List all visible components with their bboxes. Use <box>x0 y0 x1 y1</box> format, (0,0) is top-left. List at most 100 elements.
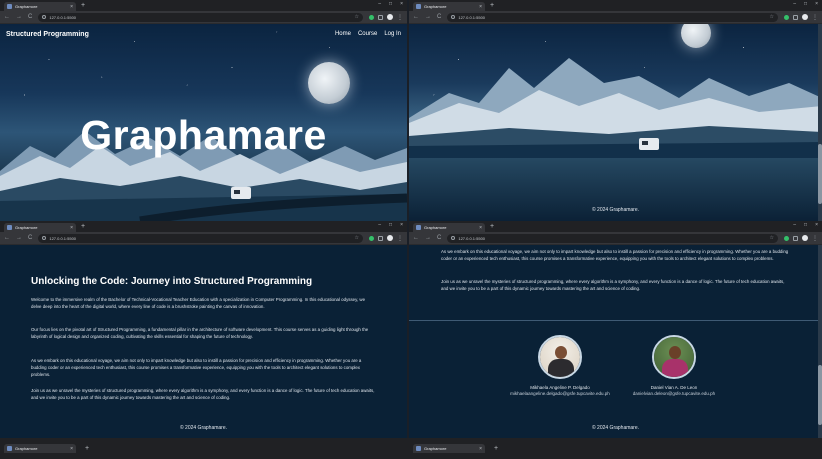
tab-bar: Graphamore × + – □ × <box>0 221 407 232</box>
back-button[interactable]: ← <box>413 235 419 241</box>
reload-button[interactable]: C <box>437 14 441 20</box>
tab-title: Graphamore <box>424 225 447 230</box>
site-brand[interactable]: Structured Programming <box>6 31 335 38</box>
reload-button[interactable]: C <box>28 235 32 241</box>
site-navbar: Structured Programming Home Course Log I… <box>0 24 407 44</box>
nav-link-course[interactable]: Course <box>358 31 377 37</box>
new-tab-button[interactable]: + <box>490 2 494 9</box>
nav-link-home[interactable]: Home <box>335 31 351 37</box>
profile-avatar-icon[interactable] <box>802 235 808 241</box>
close-window-button[interactable]: × <box>815 222 818 228</box>
site-info-icon[interactable] <box>451 236 456 240</box>
new-tab-button[interactable]: + <box>494 445 498 452</box>
favicon-icon <box>416 4 421 9</box>
address-bar[interactable]: 127.0.0.1:5500 ☆ <box>447 233 778 243</box>
extension-icon[interactable] <box>369 14 374 20</box>
profile-avatar-icon[interactable] <box>387 14 393 20</box>
browser-menu-icon[interactable]: ⋮ <box>397 235 403 242</box>
window-controls: – □ × <box>793 1 818 7</box>
site-info-icon[interactable] <box>451 15 456 19</box>
maximize-button[interactable]: □ <box>804 222 807 228</box>
close-tab-icon[interactable]: × <box>70 4 73 10</box>
browser-window-about: Graphamore × + – □ × ← → C 127.0.0.1:550… <box>0 221 407 438</box>
extensions-puzzle-icon[interactable] <box>793 14 798 20</box>
address-bar[interactable]: 127.0.0.1:5500 ☆ <box>38 12 363 22</box>
bookmark-star-icon[interactable]: ☆ <box>770 235 774 241</box>
new-tab-button[interactable]: + <box>81 2 85 9</box>
browser-menu-icon[interactable]: ⋮ <box>812 14 818 21</box>
window-controls: – □ × <box>793 222 818 228</box>
new-tab-button[interactable]: + <box>85 445 89 452</box>
close-tab-icon[interactable]: × <box>479 4 482 10</box>
close-tab-icon[interactable]: × <box>70 446 73 452</box>
moon-image <box>308 62 350 104</box>
close-tab-icon[interactable]: × <box>479 225 482 231</box>
extension-icon[interactable] <box>369 235 374 241</box>
browser-tab[interactable]: Graphamore × <box>4 2 76 11</box>
close-tab-icon[interactable]: × <box>70 225 73 231</box>
forward-button[interactable]: → <box>16 14 22 20</box>
forward-button[interactable]: → <box>16 235 22 241</box>
maximize-button[interactable]: □ <box>389 1 392 7</box>
page-scrollbar[interactable] <box>818 144 822 204</box>
browser-tab[interactable]: Graphamore × <box>413 223 485 232</box>
browser-menu-icon[interactable]: ⋮ <box>812 235 818 242</box>
tab-title: Graphamore <box>15 446 38 451</box>
browser-tab[interactable]: Graphamore × <box>413 2 485 11</box>
minimize-button[interactable]: – <box>378 222 381 228</box>
browser-tab[interactable]: Graphamore × <box>413 444 485 453</box>
address-bar[interactable]: 127.0.0.1:5500 ☆ <box>447 12 778 22</box>
address-bar[interactable]: 127.0.0.1:5500 ☆ <box>38 233 363 243</box>
extension-icon[interactable] <box>784 14 789 20</box>
tab-bar: Graphamore × + – □ × <box>409 221 822 232</box>
browser-tab[interactable]: Graphamore × <box>4 444 76 453</box>
close-tab-icon[interactable]: × <box>479 446 482 452</box>
profile-avatar-icon[interactable] <box>387 235 393 241</box>
tab-bar: Graphamore × + – □ × <box>409 0 822 11</box>
new-tab-button[interactable]: + <box>81 223 85 230</box>
section-divider <box>409 320 822 321</box>
close-window-button[interactable]: × <box>400 222 403 228</box>
bookmark-star-icon[interactable]: ☆ <box>355 235 359 241</box>
site-info-icon[interactable] <box>42 15 47 19</box>
browser-toolbar: ← → C 127.0.0.1:5500 ☆ ⋮ <box>409 11 822 24</box>
forward-button[interactable]: → <box>425 14 431 20</box>
back-button[interactable]: ← <box>4 235 10 241</box>
page-viewport: Structured Programming Home Course Log I… <box>0 24 407 221</box>
about-paragraph-3: As we embark on this educational voyage,… <box>441 249 789 261</box>
extensions-puzzle-icon[interactable] <box>378 14 383 20</box>
nav-link-login[interactable]: Log In <box>384 31 401 37</box>
close-window-button[interactable]: × <box>400 1 403 7</box>
browser-menu-icon[interactable]: ⋮ <box>397 14 403 21</box>
minimize-button[interactable]: – <box>793 222 796 228</box>
extension-icon[interactable] <box>784 235 789 241</box>
maximize-button[interactable]: □ <box>804 1 807 7</box>
minimize-button[interactable]: – <box>793 1 796 7</box>
minimize-button[interactable]: – <box>378 1 381 7</box>
member-email[interactable]: danielvian.deleon@gsfe.tupcavite.edu.ph <box>609 391 739 396</box>
bookmark-star-icon[interactable]: ☆ <box>770 14 774 20</box>
site-info-icon[interactable] <box>42 236 47 240</box>
back-button[interactable]: ← <box>413 14 419 20</box>
url-text[interactable]: 127.0.0.1:5500 <box>49 15 351 20</box>
bookmark-star-icon[interactable]: ☆ <box>355 14 359 20</box>
reload-button[interactable]: C <box>28 14 32 20</box>
reload-button[interactable]: C <box>437 235 441 241</box>
hero-background <box>409 24 822 221</box>
mountain-range-image <box>409 58 822 158</box>
favicon-icon <box>7 4 12 9</box>
extensions-puzzle-icon[interactable] <box>378 235 383 241</box>
member-email[interactable]: mikhaelaangeline.delgado@gsfe.tupcavite.… <box>495 391 625 396</box>
back-button[interactable]: ← <box>4 14 10 20</box>
forward-button[interactable]: → <box>425 235 431 241</box>
page-scrollbar[interactable] <box>818 365 822 425</box>
url-text[interactable]: 127.0.0.1:5500 <box>49 236 351 241</box>
maximize-button[interactable]: □ <box>389 222 392 228</box>
profile-avatar-icon[interactable] <box>802 14 808 20</box>
extensions-puzzle-icon[interactable] <box>793 235 798 241</box>
url-text[interactable]: 127.0.0.1:5500 <box>458 15 766 20</box>
close-window-button[interactable]: × <box>815 1 818 7</box>
new-tab-button[interactable]: + <box>490 223 494 230</box>
url-text[interactable]: 127.0.0.1:5500 <box>458 236 766 241</box>
browser-tab[interactable]: Graphamore × <box>4 223 76 232</box>
